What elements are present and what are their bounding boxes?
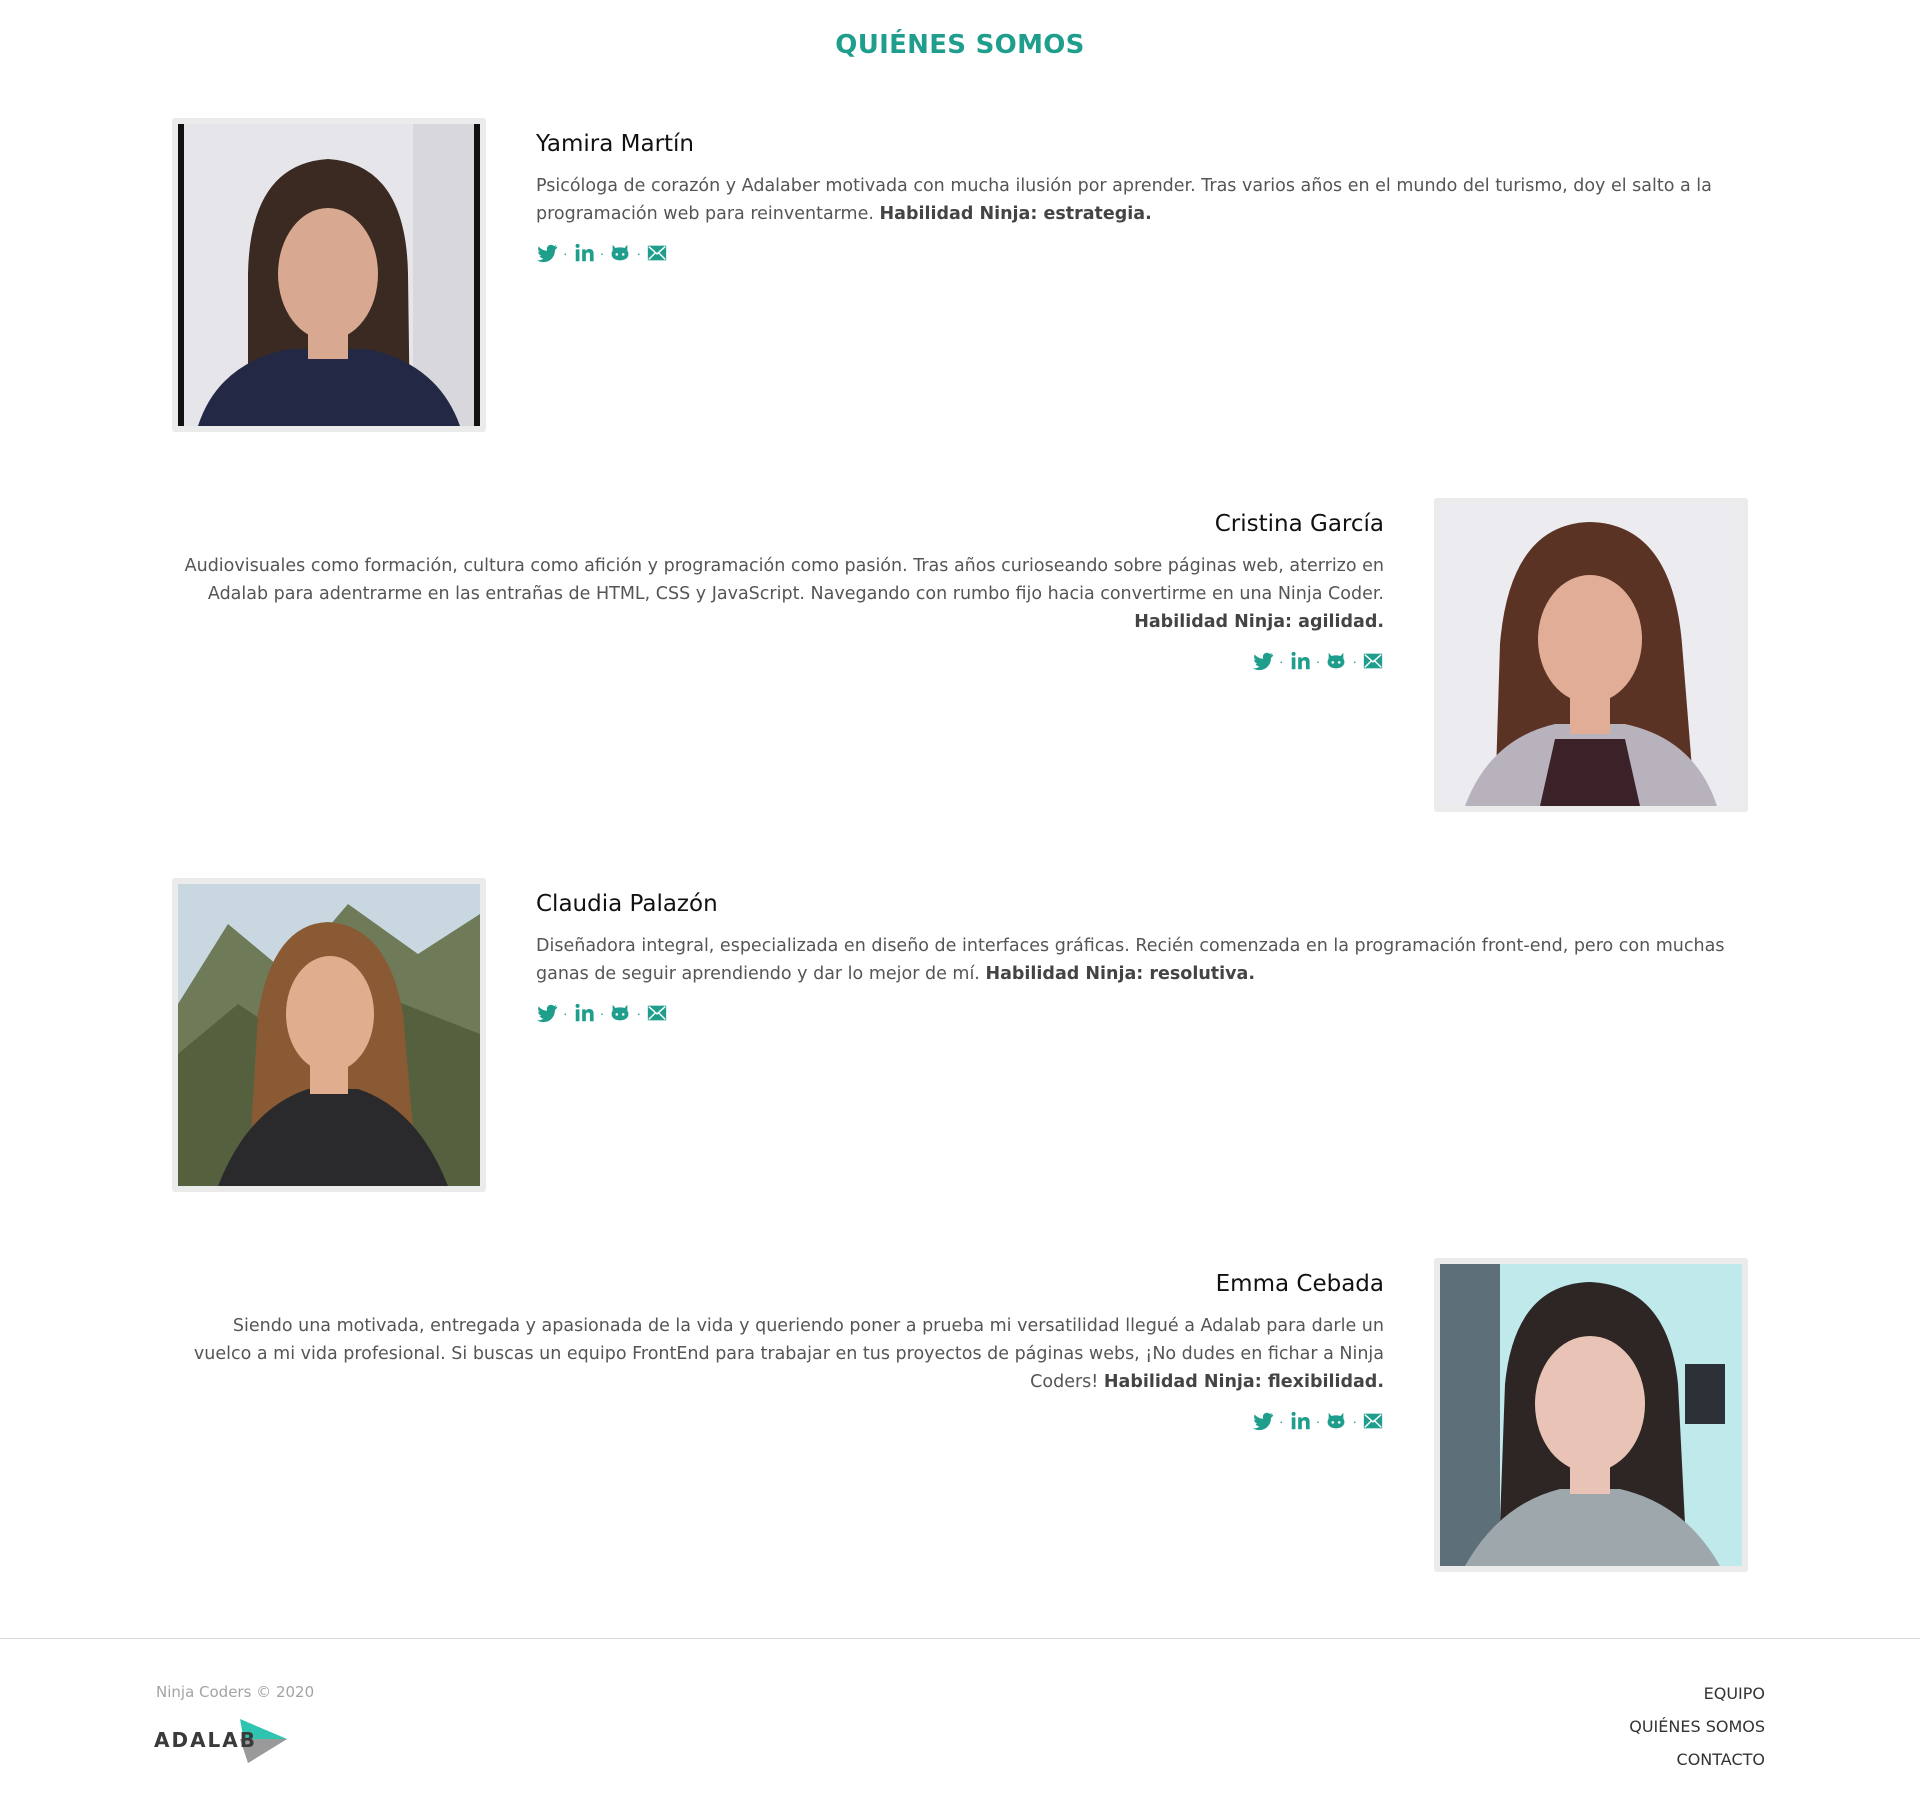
mail-icon bbox=[1363, 1413, 1383, 1429]
footer-nav-quienes-somos[interactable]: QUIÉNES SOMOS bbox=[1629, 1710, 1765, 1743]
portrait-image bbox=[178, 124, 480, 426]
github-icon bbox=[1327, 652, 1345, 669]
member-photo bbox=[1434, 1258, 1748, 1572]
twitter-link[interactable] bbox=[1252, 650, 1274, 672]
separator: · bbox=[599, 1005, 605, 1021]
member-name: Yamira Martín bbox=[536, 131, 695, 157]
member-skill: Habilidad Ninja: flexibilidad. bbox=[1103, 1372, 1384, 1392]
member-card: Emma Cebada Siendo una motivada, entrega… bbox=[172, 1258, 1748, 1572]
separator: · bbox=[599, 245, 605, 261]
member-skill: Habilidad Ninja: resolutiva. bbox=[985, 964, 1256, 984]
mail-link[interactable] bbox=[1362, 650, 1384, 672]
copyright: Ninja Coders © 2020 bbox=[156, 1683, 315, 1701]
member-info: Emma Cebada Siendo una motivada, entrega… bbox=[172, 1258, 1384, 1432]
portrait-image bbox=[1440, 1264, 1742, 1566]
member-bio: Psicóloga de corazón y Adalaber motivada… bbox=[536, 172, 1748, 228]
mail-link[interactable] bbox=[1362, 1410, 1384, 1432]
social-links: · · · bbox=[536, 242, 1748, 264]
separator: · bbox=[1315, 1413, 1321, 1429]
linkedin-link[interactable] bbox=[1289, 650, 1311, 672]
mail-link[interactable] bbox=[646, 242, 668, 264]
adalab-logo[interactable]: ADALAB bbox=[152, 1711, 292, 1771]
social-links: · · · bbox=[172, 1410, 1384, 1432]
twitter-icon bbox=[1252, 652, 1274, 671]
mail-icon bbox=[647, 245, 667, 261]
member-photo bbox=[172, 118, 486, 432]
member-skill: Habilidad Ninja: agilidad. bbox=[1134, 612, 1384, 632]
github-icon bbox=[611, 244, 629, 261]
separator: · bbox=[636, 245, 642, 261]
linkedin-link[interactable] bbox=[573, 1002, 595, 1024]
github-icon bbox=[1327, 1412, 1345, 1429]
github-link[interactable] bbox=[1325, 650, 1347, 672]
member-card: Yamira Martín Psicóloga de corazón y Ada… bbox=[172, 118, 1748, 432]
member-info: Claudia Palazón Diseñadora integral, esp… bbox=[536, 878, 1748, 1024]
separator: · bbox=[1352, 653, 1357, 669]
separator: · bbox=[636, 1005, 642, 1021]
twitter-link[interactable] bbox=[536, 1002, 558, 1024]
footer: Ninja Coders © 2020 ADALAB EQUIPO QUIÉNE… bbox=[0, 1638, 1920, 1819]
social-links: · · · bbox=[172, 650, 1384, 672]
separator: · bbox=[563, 1005, 568, 1021]
footer-nav-equipo[interactable]: EQUIPO bbox=[1629, 1677, 1765, 1710]
separator: · bbox=[1315, 653, 1321, 669]
github-link[interactable] bbox=[609, 1002, 631, 1024]
member-bio: Siendo una motivada, entregada y apasion… bbox=[172, 1312, 1384, 1396]
member-name: Cristina García bbox=[1214, 511, 1384, 537]
linkedin-icon bbox=[1291, 651, 1310, 670]
portrait-image bbox=[1440, 504, 1742, 806]
twitter-link[interactable] bbox=[1252, 1410, 1274, 1432]
linkedin-icon bbox=[1291, 1411, 1310, 1430]
separator: · bbox=[563, 245, 568, 261]
footer-nav: EQUIPO QUIÉNES SOMOS CONTACTO bbox=[1629, 1677, 1765, 1776]
logo-text: ADALAB bbox=[154, 1728, 257, 1752]
linkedin-icon bbox=[575, 243, 594, 262]
twitter-icon bbox=[536, 1004, 558, 1023]
member-skill: Habilidad Ninja: estrategia. bbox=[879, 204, 1152, 224]
member-bio: Audiovisuales como formación, cultura co… bbox=[172, 552, 1384, 636]
member-card: Cristina García Audiovisuales como forma… bbox=[172, 498, 1748, 812]
github-link[interactable] bbox=[609, 242, 631, 264]
member-card: Claudia Palazón Diseñadora integral, esp… bbox=[172, 878, 1748, 1192]
member-photo bbox=[1434, 498, 1748, 812]
github-link[interactable] bbox=[1325, 1410, 1347, 1432]
member-name: Claudia Palazón bbox=[536, 891, 718, 917]
separator: · bbox=[1278, 653, 1284, 669]
mail-icon bbox=[1363, 653, 1383, 669]
member-photo bbox=[172, 878, 486, 1192]
member-info: Yamira Martín Psicóloga de corazón y Ada… bbox=[536, 118, 1748, 264]
portrait-image bbox=[178, 884, 480, 1186]
mail-icon bbox=[647, 1005, 667, 1021]
footer-nav-contacto[interactable]: CONTACTO bbox=[1629, 1743, 1765, 1776]
member-bio: Diseñadora integral, especializada en di… bbox=[536, 932, 1748, 988]
github-icon bbox=[611, 1004, 629, 1021]
member-bio-text: Audiovisuales como formación, cultura co… bbox=[184, 556, 1384, 604]
linkedin-icon bbox=[575, 1003, 594, 1022]
twitter-link[interactable] bbox=[536, 242, 558, 264]
linkedin-link[interactable] bbox=[1289, 1410, 1311, 1432]
member-info: Cristina García Audiovisuales como forma… bbox=[172, 498, 1384, 672]
linkedin-link[interactable] bbox=[573, 242, 595, 264]
separator: · bbox=[1352, 1413, 1357, 1429]
twitter-icon bbox=[536, 244, 558, 263]
twitter-icon bbox=[1252, 1412, 1274, 1431]
mail-link[interactable] bbox=[646, 1002, 668, 1024]
page-title: QUIÉNES SOMOS bbox=[835, 30, 1085, 60]
social-links: · · · bbox=[536, 1002, 1748, 1024]
separator: · bbox=[1278, 1413, 1284, 1429]
member-name: Emma Cebada bbox=[1215, 1271, 1384, 1297]
